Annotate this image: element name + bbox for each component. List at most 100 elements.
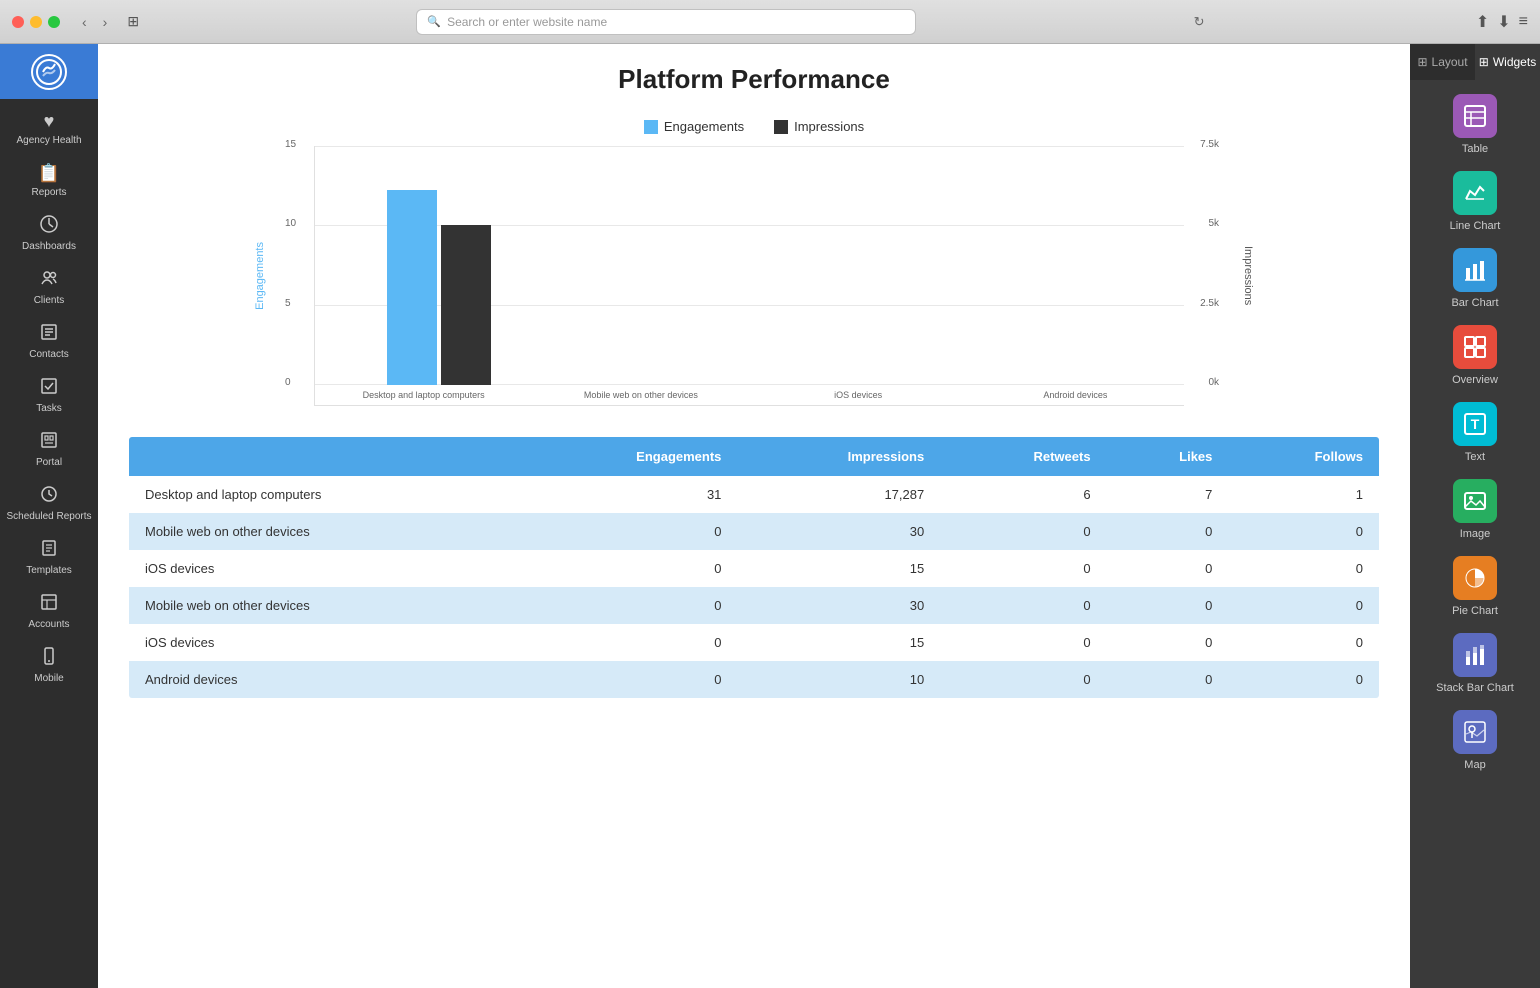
x-label-desktop: Desktop and laptop computers: [315, 385, 532, 405]
row-value: 0: [940, 624, 1106, 661]
sidebar-item-label: Tasks: [36, 403, 62, 415]
row-value: 0: [940, 587, 1106, 624]
reports-icon: 📋: [38, 163, 60, 184]
download-button[interactable]: ⬇: [1497, 12, 1510, 32]
sidebar-item-portal[interactable]: Portal: [0, 423, 98, 477]
back-button[interactable]: ‹: [76, 12, 93, 32]
legend-engagements: Engagements: [644, 119, 744, 134]
row-value: 0: [518, 624, 737, 661]
sidebar-item-label: Accounts: [28, 619, 69, 631]
sidebar-item-label: Reports: [31, 187, 66, 199]
map-widget-icon: [1453, 710, 1497, 754]
line-chart-widget-icon: [1453, 171, 1497, 215]
widget-stack-bar-chart[interactable]: Stack Bar Chart: [1418, 633, 1532, 694]
table-row: Mobile web on other devices030000: [129, 513, 1380, 550]
sidebar-item-mobile[interactable]: Mobile: [0, 639, 98, 693]
traffic-lights: [12, 16, 60, 28]
browser-chrome: ‹ › ⊞ 🔍 Search or enter website name ↻ ⬆…: [0, 0, 1540, 44]
menu-button[interactable]: ≡: [1519, 12, 1528, 32]
widget-table[interactable]: Table: [1418, 94, 1532, 155]
app-container: ♥ Agency Health 📋 Reports Dashboards Cli…: [0, 44, 1540, 988]
minimize-button[interactable]: [30, 16, 42, 28]
row-value: 0: [518, 550, 737, 587]
table-widget-label: Table: [1462, 143, 1488, 155]
widget-bar-chart[interactable]: Bar Chart: [1418, 248, 1532, 309]
address-bar[interactable]: 🔍 Search or enter website name: [416, 9, 916, 35]
row-value: 1: [1228, 476, 1379, 513]
browser-actions: ⬆ ⬇ ≡: [1476, 12, 1528, 32]
row-value: 0: [940, 550, 1106, 587]
sidebar-item-dashboards[interactable]: Dashboards: [0, 207, 98, 261]
table-widget-icon: [1453, 94, 1497, 138]
sidebar-logo[interactable]: [0, 44, 98, 99]
sidebar-item-agency-health[interactable]: ♥ Agency Health: [0, 103, 98, 155]
row-value: 0: [1107, 661, 1229, 699]
widgets-body: Table Line Chart Bar Chart: [1410, 80, 1540, 988]
pie-chart-widget-label: Pie Chart: [1452, 605, 1498, 617]
widget-image[interactable]: Image: [1418, 479, 1532, 540]
col-header-follows: Follows: [1228, 437, 1379, 477]
scheduled-reports-icon: [40, 485, 58, 508]
widget-map[interactable]: Map: [1418, 710, 1532, 771]
row-value: 15: [737, 624, 940, 661]
sidebar-item-contacts[interactable]: Contacts: [0, 315, 98, 369]
sidebar-item-clients[interactable]: Clients: [0, 261, 98, 315]
sidebar-item-tasks[interactable]: Tasks: [0, 369, 98, 423]
overview-widget-icon: [1453, 325, 1497, 369]
layout-icon: ⊞: [1417, 55, 1427, 69]
row-value: 17,287: [737, 476, 940, 513]
portal-icon: [40, 431, 58, 454]
sidebar-item-reports[interactable]: 📋 Reports: [0, 155, 98, 207]
widget-line-chart[interactable]: Line Chart: [1418, 171, 1532, 232]
row-value: 0: [1228, 550, 1379, 587]
sidebar-item-label: Clients: [34, 295, 65, 307]
y-tick-right-75k: 7.5k: [1200, 139, 1219, 150]
bar-chart-widget-icon: [1453, 248, 1497, 292]
widget-text[interactable]: T Text: [1418, 402, 1532, 463]
maximize-button[interactable]: [48, 16, 60, 28]
row-value: 0: [1228, 624, 1379, 661]
x-label-mobile-web: Mobile web on other devices: [532, 385, 749, 405]
svg-text:T: T: [1471, 416, 1480, 432]
image-widget-label: Image: [1460, 528, 1491, 540]
sidebar-toggle-button[interactable]: ⊞: [121, 11, 145, 32]
row-label: iOS devices: [129, 550, 519, 587]
x-label-android: Android devices: [967, 385, 1184, 405]
share-button[interactable]: ⬆: [1476, 12, 1489, 32]
text-widget-label: Text: [1465, 451, 1485, 463]
forward-button[interactable]: ›: [97, 12, 114, 32]
row-value: 30: [737, 513, 940, 550]
x-labels: Desktop and laptop computers Mobile web …: [315, 385, 1184, 405]
sidebar-item-scheduled-reports[interactable]: Scheduled Reports: [0, 477, 98, 531]
image-widget-icon: [1453, 479, 1497, 523]
chart-inner: 15 7.5k 10 5k 5 2.5k 0 0: [314, 146, 1184, 406]
stack-bar-chart-widget-label: Stack Bar Chart: [1436, 682, 1514, 694]
row-value: 30: [737, 587, 940, 624]
sidebar-item-accounts[interactable]: Accounts: [0, 585, 98, 639]
engagements-label: Engagements: [664, 119, 744, 134]
tab-layout[interactable]: ⊞ Layout: [1410, 44, 1475, 80]
row-value: 6: [940, 476, 1106, 513]
bar-desktop-impressions: [441, 225, 491, 385]
templates-icon: [40, 539, 58, 562]
bar-desktop-engagements: [387, 190, 437, 385]
col-header-impressions: Impressions: [737, 437, 940, 477]
chart-wrapper: Engagements 15 7.5k 10 5k 5: [254, 146, 1254, 406]
impressions-label: Impressions: [794, 119, 864, 134]
sidebar-item-label: Scheduled Reports: [6, 511, 91, 523]
tab-widgets[interactable]: ⊞ Widgets: [1475, 44, 1540, 80]
widget-pie-chart[interactable]: Pie Chart: [1418, 556, 1532, 617]
close-button[interactable]: [12, 16, 24, 28]
y-tick-10: 10: [285, 218, 296, 229]
sidebar-item-templates[interactable]: Templates: [0, 531, 98, 585]
row-value: 0: [1107, 624, 1229, 661]
table-row: Mobile web on other devices030000: [129, 587, 1380, 624]
widget-overview[interactable]: Overview: [1418, 325, 1532, 386]
sidebar-item-label: Agency Health: [16, 135, 81, 147]
row-value: 0: [518, 513, 737, 550]
sidebar: ♥ Agency Health 📋 Reports Dashboards Cli…: [0, 44, 98, 988]
layout-label: Layout: [1432, 55, 1468, 69]
reload-button[interactable]: ↻: [1194, 14, 1205, 30]
row-label: Desktop and laptop computers: [129, 476, 519, 513]
row-value: 0: [518, 587, 737, 624]
